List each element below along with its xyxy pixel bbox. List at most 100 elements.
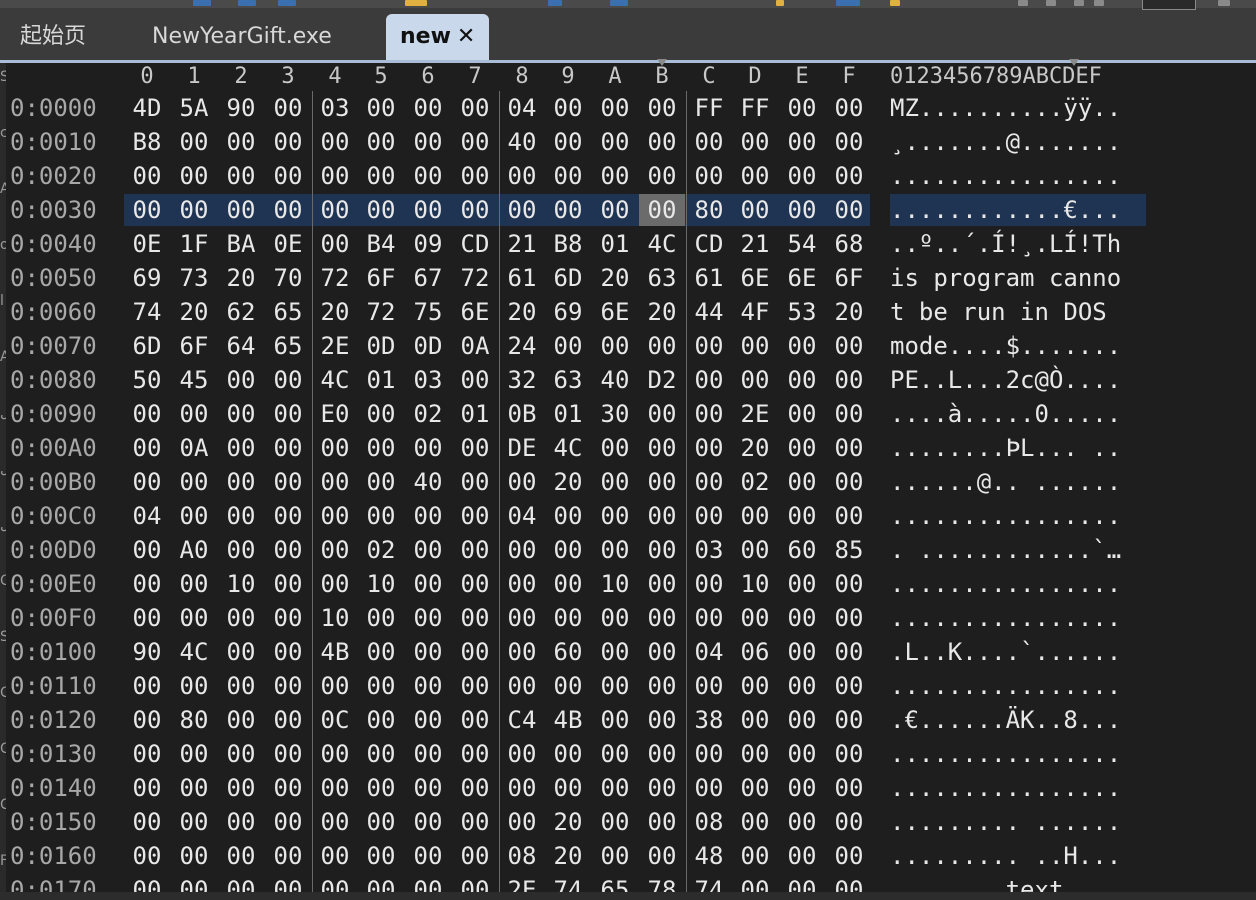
hex-byte[interactable]: 00 bbox=[312, 160, 358, 192]
hex-byte[interactable]: 61 bbox=[499, 262, 545, 294]
hex-byte[interactable]: 00 bbox=[779, 840, 825, 872]
hex-byte[interactable]: 60 bbox=[779, 534, 825, 566]
hex-byte[interactable]: 00 bbox=[639, 432, 685, 464]
hex-byte[interactable]: 00 bbox=[358, 840, 404, 872]
hex-byte[interactable]: 4B bbox=[312, 636, 358, 668]
hex-byte[interactable]: 00 bbox=[405, 772, 451, 804]
hex-byte[interactable]: 00 bbox=[826, 840, 872, 872]
hex-byte[interactable]: 00 bbox=[171, 126, 217, 158]
hex-byte[interactable]: 00 bbox=[545, 126, 591, 158]
hex-byte[interactable]: 00 bbox=[405, 806, 451, 838]
hex-byte[interactable]: 03 bbox=[312, 92, 358, 124]
hex-byte[interactable]: 00 bbox=[218, 670, 264, 702]
hex-byte[interactable]: 00 bbox=[312, 194, 358, 226]
hex-byte[interactable]: 00 bbox=[218, 194, 264, 226]
hex-byte[interactable]: 00 bbox=[312, 670, 358, 702]
hex-byte[interactable]: 00 bbox=[639, 568, 685, 600]
ascii-text[interactable]: ................ bbox=[890, 568, 1121, 600]
hex-byte[interactable]: 00 bbox=[592, 670, 638, 702]
hex-byte[interactable]: 02 bbox=[358, 534, 404, 566]
hex-byte[interactable]: 09 bbox=[405, 228, 451, 260]
hex-byte[interactable]: 2E bbox=[312, 330, 358, 362]
hex-byte[interactable]: 00 bbox=[218, 806, 264, 838]
hex-byte[interactable]: 00 bbox=[779, 772, 825, 804]
hex-byte[interactable]: 0B bbox=[499, 398, 545, 430]
ascii-text[interactable]: ..º..´.Í!¸.LÍ!Th bbox=[890, 228, 1121, 260]
hex-byte[interactable]: 00 bbox=[124, 602, 170, 634]
hex-byte[interactable]: 50 bbox=[124, 364, 170, 396]
ascii-text[interactable]: .€......ÄK..8... bbox=[890, 704, 1121, 736]
hex-byte[interactable]: 00 bbox=[405, 92, 451, 124]
hex-byte[interactable]: 0E bbox=[124, 228, 170, 260]
hex-byte[interactable]: 00 bbox=[826, 670, 872, 702]
hex-byte[interactable]: 00 bbox=[545, 500, 591, 532]
hex-byte[interactable]: 00 bbox=[732, 772, 778, 804]
hex-byte[interactable]: 00 bbox=[826, 636, 872, 668]
hex-byte[interactable]: 00 bbox=[779, 432, 825, 464]
hex-byte[interactable]: 00 bbox=[499, 466, 545, 498]
hex-byte[interactable]: 6F bbox=[826, 262, 872, 294]
hex-byte[interactable]: 00 bbox=[639, 126, 685, 158]
hex-byte[interactable]: 60 bbox=[545, 636, 591, 668]
hex-byte[interactable]: 00 bbox=[686, 568, 732, 600]
hex-byte[interactable]: 00 bbox=[265, 772, 311, 804]
hex-byte[interactable]: 00 bbox=[639, 602, 685, 634]
hex-byte[interactable]: 00 bbox=[405, 738, 451, 770]
toolbar-icon[interactable] bbox=[1074, 0, 1084, 6]
hex-byte[interactable]: 00 bbox=[405, 704, 451, 736]
hex-byte[interactable]: 0D bbox=[358, 330, 404, 362]
hex-byte[interactable]: 00 bbox=[312, 432, 358, 464]
ascii-text[interactable]: ......@.. ...... bbox=[890, 466, 1121, 498]
hex-byte[interactable]: 00 bbox=[545, 330, 591, 362]
hex-byte[interactable]: 00 bbox=[826, 806, 872, 838]
hex-byte[interactable]: 00 bbox=[639, 466, 685, 498]
hex-byte[interactable]: 00 bbox=[452, 500, 498, 532]
hex-byte[interactable]: 72 bbox=[452, 262, 498, 294]
hex-byte[interactable]: 00 bbox=[545, 772, 591, 804]
hex-byte[interactable]: 00 bbox=[732, 194, 778, 226]
hex-byte[interactable]: CD bbox=[686, 228, 732, 260]
hex-row[interactable]: 0:0140 00 00 00 00 00 00 00 00 00 00 00 00 00 00 00 00..… bbox=[0, 772, 1256, 806]
hex-byte[interactable]: 85 bbox=[826, 534, 872, 566]
hex-byte[interactable]: 00 bbox=[732, 126, 778, 158]
hex-byte[interactable]: 00 bbox=[171, 466, 217, 498]
hex-byte[interactable]: 00 bbox=[779, 194, 825, 226]
hex-byte[interactable]: 6E bbox=[732, 262, 778, 294]
hex-byte[interactable]: C4 bbox=[499, 704, 545, 736]
hex-byte[interactable]: 00 bbox=[358, 602, 404, 634]
tab-start-page[interactable]: 起始页 bbox=[8, 14, 98, 60]
ascii-text[interactable]: ................ bbox=[890, 738, 1121, 770]
hex-byte[interactable]: 00 bbox=[312, 568, 358, 600]
horizontal-scrollbar[interactable] bbox=[0, 892, 1256, 900]
hex-row[interactable]: 0:0040 0E 1F BA 0E 00 B4 09 CD 21 B8 01 4C CD 21 54 68..… bbox=[0, 228, 1256, 262]
hex-byte[interactable]: 20 bbox=[545, 840, 591, 872]
hex-byte[interactable]: 00 bbox=[826, 602, 872, 634]
hex-byte[interactable]: 00 bbox=[312, 806, 358, 838]
hex-byte[interactable]: 00 bbox=[124, 534, 170, 566]
hex-byte[interactable]: 5A bbox=[171, 92, 217, 124]
hex-byte[interactable]: 1F bbox=[171, 228, 217, 260]
hex-byte[interactable]: 45 bbox=[171, 364, 217, 396]
hex-byte[interactable]: 20 bbox=[545, 806, 591, 838]
hex-byte[interactable]: 00 bbox=[826, 772, 872, 804]
hex-byte[interactable]: 00 bbox=[826, 330, 872, 362]
hex-byte[interactable]: 00 bbox=[405, 194, 451, 226]
hex-byte[interactable]: FF bbox=[686, 92, 732, 124]
hex-byte[interactable]: 24 bbox=[499, 330, 545, 362]
hex-byte[interactable]: 63 bbox=[639, 262, 685, 294]
hex-byte[interactable]: 00 bbox=[639, 636, 685, 668]
hex-byte[interactable]: 00 bbox=[639, 160, 685, 192]
hex-byte[interactable]: 00 bbox=[265, 194, 311, 226]
hex-byte[interactable]: 00 bbox=[686, 126, 732, 158]
hex-byte[interactable]: 00 bbox=[732, 704, 778, 736]
toolbar-icon[interactable] bbox=[1046, 0, 1056, 6]
hex-byte[interactable]: 00 bbox=[639, 194, 685, 226]
hex-byte[interactable]: 04 bbox=[124, 500, 170, 532]
hex-byte[interactable]: 00 bbox=[732, 806, 778, 838]
hex-byte[interactable]: 00 bbox=[779, 364, 825, 396]
hex-byte[interactable]: 00 bbox=[452, 92, 498, 124]
hex-byte[interactable]: 00 bbox=[452, 534, 498, 566]
hex-byte[interactable]: 00 bbox=[826, 160, 872, 192]
toolbar-icon[interactable] bbox=[1218, 0, 1230, 6]
hex-byte[interactable]: 00 bbox=[218, 500, 264, 532]
